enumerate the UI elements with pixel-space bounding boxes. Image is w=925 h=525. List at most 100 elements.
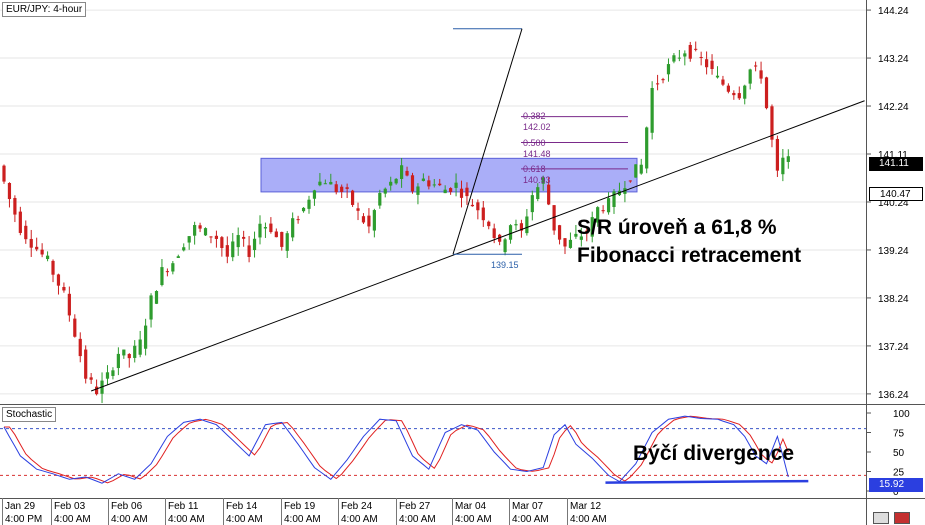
candle-body	[470, 204, 475, 207]
candle-body	[269, 223, 273, 233]
chart-title: EUR/JPY: 4-hour	[2, 2, 87, 17]
candle-body	[345, 187, 349, 189]
sr-annotation-line2: Fibonacci retracement	[577, 244, 802, 267]
candle-body	[182, 247, 186, 251]
candle-body	[225, 245, 229, 257]
candle-body	[29, 238, 33, 248]
sr-annotation-line1: S/R úroveň a 61,8 %	[577, 216, 777, 239]
candle-body	[176, 256, 180, 258]
divergence-line	[605, 479, 809, 484]
candle	[350, 189, 355, 207]
candle-body	[291, 218, 295, 238]
candle-body	[356, 208, 360, 211]
stochastic-tick-label-1: 75	[893, 429, 905, 440]
candle-body	[786, 156, 790, 162]
candle-body	[503, 239, 507, 253]
candle-body	[688, 44, 692, 59]
candle-body	[759, 70, 763, 79]
candle-body	[138, 339, 142, 355]
candle-body	[514, 224, 518, 226]
close-icon[interactable]	[894, 512, 910, 524]
stochastic-value-badge: 15.92	[869, 478, 923, 492]
candle-body	[612, 191, 616, 208]
candle-body	[399, 165, 404, 179]
time-label-7: 4:00 AM	[399, 514, 436, 525]
stochastic-tick-label-3: 25	[893, 468, 905, 479]
date-label-5: Feb 19	[284, 501, 316, 512]
date-label-6: Feb 24	[341, 501, 373, 512]
candle-body	[536, 187, 540, 200]
candle-body	[73, 318, 77, 337]
candle-body	[301, 207, 306, 212]
candle-body	[24, 225, 28, 240]
candle-body	[51, 260, 55, 275]
candle-body	[672, 55, 676, 62]
candle-body	[133, 345, 137, 358]
candle-body	[13, 198, 17, 215]
candle-body	[645, 127, 649, 169]
candle-body	[105, 372, 110, 379]
candle-body	[122, 349, 126, 356]
candle	[203, 227, 208, 237]
candle-body	[367, 215, 371, 227]
candle-body	[242, 236, 246, 239]
time-label-5: 4:00 AM	[284, 514, 321, 525]
candle-body	[198, 225, 202, 229]
candle-body	[421, 178, 425, 181]
candle-body	[476, 202, 480, 211]
candle	[634, 164, 638, 178]
date-label-10: Mar 12	[570, 501, 602, 512]
candle-body	[111, 370, 115, 376]
candle-body	[525, 216, 529, 234]
date-label-2: Feb 06	[111, 501, 143, 512]
time-label-8: 4:00 AM	[455, 514, 492, 525]
candle-body	[601, 210, 605, 212]
candle-body	[78, 338, 82, 357]
stochastic-tick-label-0: 100	[893, 409, 910, 420]
candle-body	[443, 189, 447, 194]
candle-body	[67, 293, 71, 316]
price-tick-label-8: 136.24	[878, 390, 909, 401]
candle-body	[340, 186, 344, 192]
candle-body	[410, 175, 415, 192]
candle-body	[252, 238, 257, 251]
candle	[154, 290, 159, 305]
sr-zone-rect	[260, 157, 638, 193]
candle-body	[40, 249, 44, 255]
candle-body	[350, 190, 355, 205]
price-tick-label-1: 143.24	[878, 54, 909, 65]
price-tick-label-2: 142.24	[878, 102, 909, 113]
price-tick-label-6: 138.24	[878, 294, 909, 305]
candle-body	[280, 231, 284, 247]
time-label-4: 4:00 AM	[226, 514, 263, 525]
candle-body	[193, 225, 197, 236]
candle-body	[323, 183, 327, 185]
candle-body	[781, 157, 785, 175]
candle-body	[187, 236, 191, 243]
candle-body	[263, 227, 268, 229]
candle-body	[465, 187, 469, 197]
date-label-3: Feb 11	[168, 501, 199, 512]
candle-body	[389, 181, 393, 186]
candle-body	[312, 190, 317, 199]
price-tick-label-5: 139.24	[878, 246, 909, 257]
candle-body	[683, 53, 687, 57]
candle-body	[18, 211, 22, 233]
candle-body	[666, 64, 671, 75]
candle-body	[508, 225, 513, 240]
candle-body	[677, 57, 681, 59]
candle-body	[405, 170, 409, 176]
scroll-icon[interactable]	[873, 512, 889, 524]
date-label-4: Feb 14	[226, 501, 258, 512]
time-label-2: 4:00 AM	[111, 514, 148, 525]
candle	[552, 205, 556, 235]
fib-ratio-500: 0.500	[523, 138, 546, 148]
date-label-8: Mar 04	[455, 501, 487, 512]
candle-body	[45, 255, 50, 260]
candle-body	[694, 48, 698, 50]
fib-low-label: 139.15	[491, 260, 519, 270]
candle-body	[160, 267, 164, 286]
candle-body	[449, 188, 453, 192]
candle-body	[334, 184, 338, 193]
candle-body	[236, 235, 240, 248]
